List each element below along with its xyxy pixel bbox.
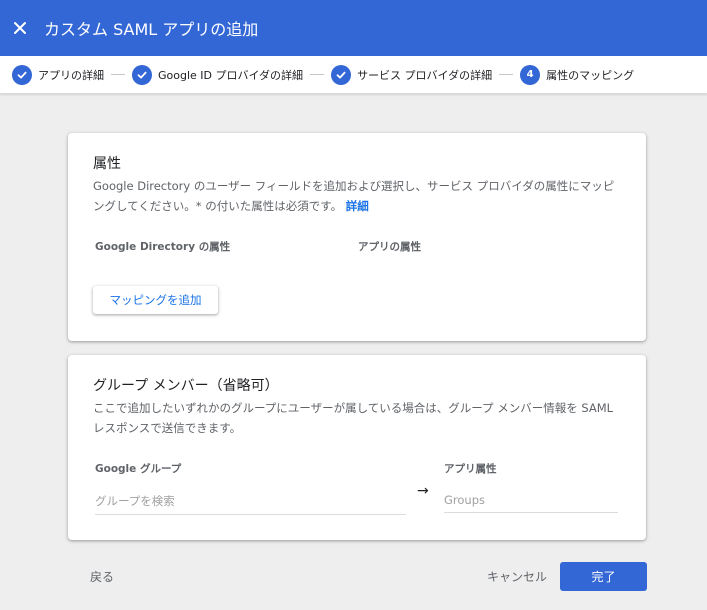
step-idp-details[interactable]: Google ID プロバイダの詳細 <box>132 64 304 85</box>
check-icon <box>132 64 152 85</box>
step-number-badge: 4 <box>520 64 541 85</box>
column-header-directory: Google Directory の属性 <box>95 241 231 253</box>
step-label: Google ID プロバイダの詳細 <box>158 68 304 82</box>
page-title: カスタム SAML アプリの追加 <box>44 20 259 39</box>
step-divider <box>499 74 514 75</box>
attributes-card: 属性 Google Directory のユーザー フィールドを追加および選択し… <box>68 133 646 341</box>
close-button[interactable] <box>10 18 30 38</box>
check-icon <box>331 64 352 85</box>
column-header-group: Google グループ <box>95 463 182 475</box>
done-button[interactable]: 完了 <box>560 562 647 591</box>
card-description: ここで追加したいずれかのグループにユーザーが属している場合は、グループ メンバー… <box>93 401 614 435</box>
group-search-input[interactable] <box>95 487 406 515</box>
card-title: グループ メンバー（省略可） <box>93 378 279 394</box>
top-app-bar: カスタム SAML アプリの追加 <box>0 0 707 56</box>
column-header-app: アプリの属性 <box>358 241 421 253</box>
close-icon <box>14 22 26 34</box>
arrow-right-icon: → <box>417 483 429 499</box>
app-attribute-input[interactable] <box>444 487 618 513</box>
check-icon <box>12 64 32 85</box>
card-title: 属性 <box>93 156 121 172</box>
back-button[interactable]: 戻る <box>90 568 114 585</box>
step-sp-details[interactable]: サービス プロバイダの詳細 <box>331 64 493 85</box>
column-header-app-attribute: アプリ属性 <box>444 463 497 475</box>
step-divider <box>310 74 325 75</box>
step-label: 属性のマッピング <box>546 68 635 82</box>
step-label: アプリの詳細 <box>38 68 104 82</box>
cancel-button[interactable]: キャンセル <box>487 568 547 585</box>
card-description: Google Directory のユーザー フィールドを追加および選択し、サー… <box>93 176 623 216</box>
step-label: サービス プロバイダの詳細 <box>357 68 493 82</box>
step-attribute-mapping[interactable]: 4 属性のマッピング <box>520 64 635 85</box>
learn-more-link[interactable]: 詳細 <box>346 199 369 213</box>
group-members-card: グループ メンバー（省略可） ここで追加したいずれかのグループにユーザーが属して… <box>68 355 646 540</box>
step-app-details[interactable]: アプリの詳細 <box>12 64 104 85</box>
stepper: アプリの詳細 Google ID プロバイダの詳細 サービス プロバイダの詳細 … <box>0 56 707 94</box>
add-mapping-button[interactable]: マッピングを追加 <box>93 286 218 314</box>
step-divider <box>111 74 125 75</box>
